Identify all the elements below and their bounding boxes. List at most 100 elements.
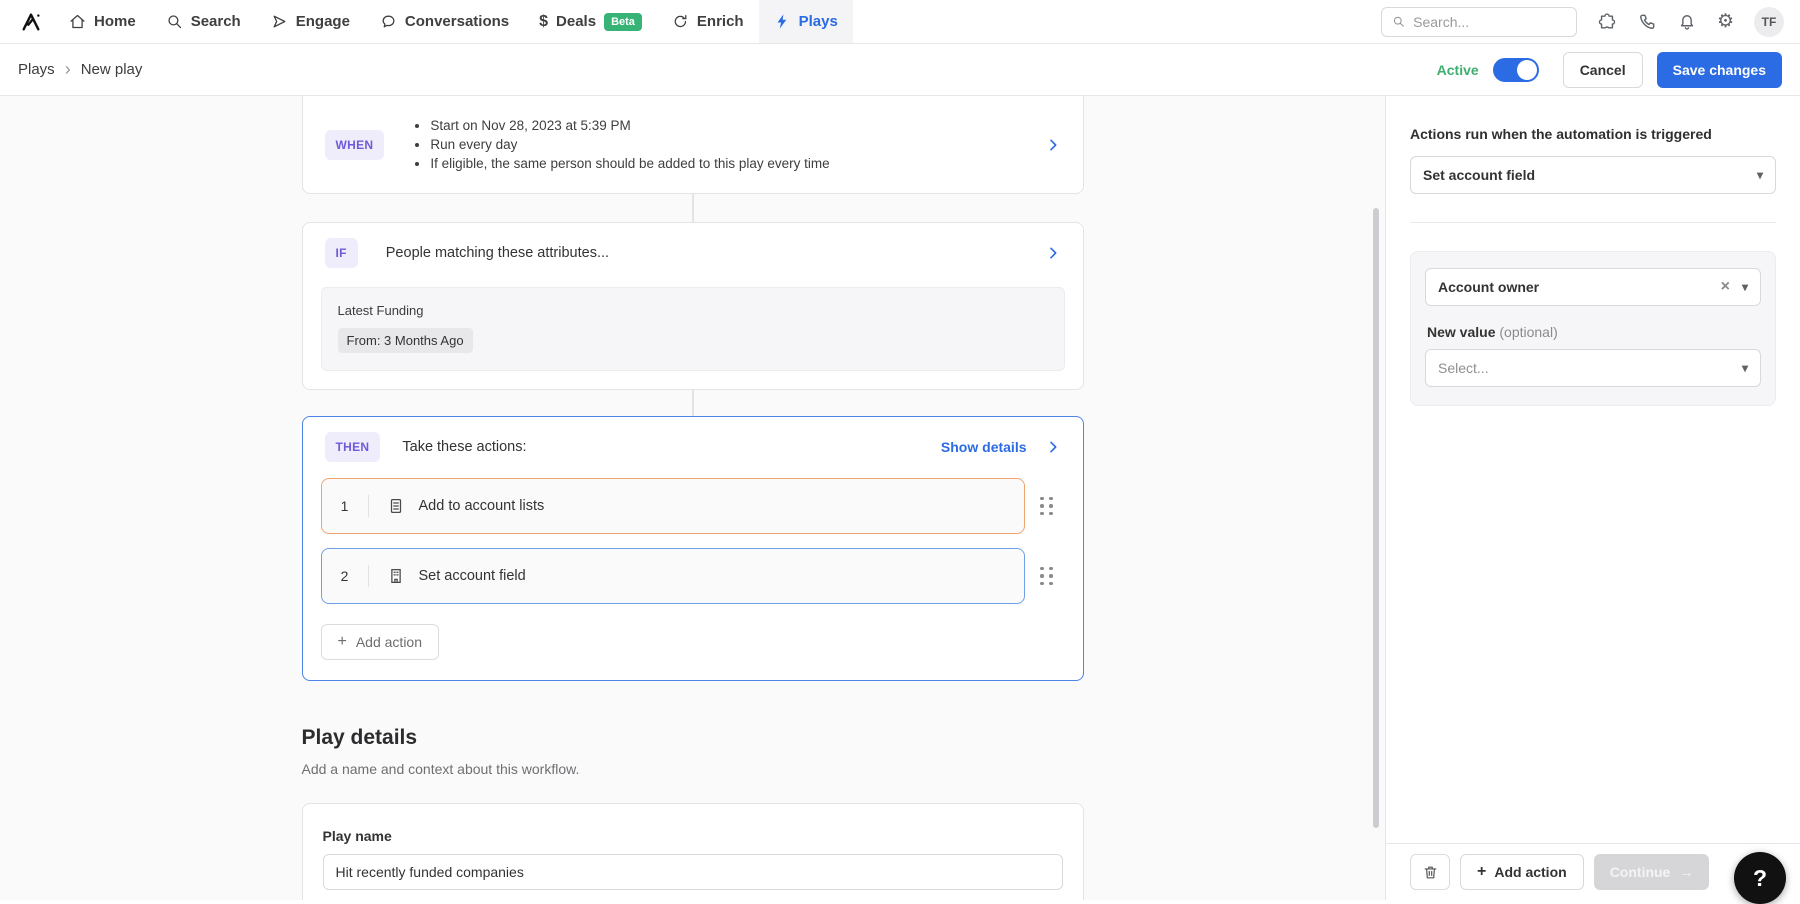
divider xyxy=(1410,222,1776,223)
if-header[interactable]: IF People matching these attributes... xyxy=(303,223,1083,283)
global-search[interactable] xyxy=(1381,7,1577,37)
status-badge: Active xyxy=(1437,62,1479,78)
extension-icon[interactable] xyxy=(1597,12,1617,32)
filter-attribute-box: Latest Funding From: 3 Months Ago xyxy=(321,287,1065,371)
phone-icon[interactable] xyxy=(1637,12,1657,32)
when-bullet: Start on Nov 28, 2023 at 5:39 PM xyxy=(430,116,829,135)
show-details-link[interactable]: Show details xyxy=(941,439,1027,455)
attribute-value-chip: From: 3 Months Ago xyxy=(338,328,473,353)
gear-icon[interactable]: ⚙ xyxy=(1717,12,1734,32)
plays-bolt-icon xyxy=(774,13,791,30)
new-value-optional: (optional) xyxy=(1499,324,1557,340)
action-number: 2 xyxy=(322,568,368,584)
chevron-right-icon[interactable] xyxy=(1045,245,1061,261)
action-type-value: Set account field xyxy=(1423,167,1535,183)
if-badge: IF xyxy=(325,238,358,268)
chevron-right-icon[interactable] xyxy=(1045,137,1061,153)
nav-item-label: Enrich xyxy=(697,13,744,30)
nav-item-plays[interactable]: Plays xyxy=(759,0,853,43)
add-action-label: Add action xyxy=(356,634,422,650)
continue-button-disabled[interactable]: Continue → xyxy=(1594,854,1710,890)
when-bullet: Run every day xyxy=(430,135,829,154)
play-details-subheading: Add a name and context about this workfl… xyxy=(302,761,1084,777)
breadcrumb: Plays › New play xyxy=(18,61,142,78)
home-icon xyxy=(69,13,86,30)
enrich-refresh-icon xyxy=(672,13,689,30)
avatar[interactable]: TF xyxy=(1754,7,1784,37)
nav-item-label: Deals xyxy=(556,13,596,30)
top-nav-right: ⚙ TF xyxy=(1381,0,1800,43)
breadcrumb-plays[interactable]: Plays xyxy=(18,61,55,78)
delete-action-button[interactable] xyxy=(1410,854,1450,890)
action-label: Set account field xyxy=(419,568,526,584)
nav-item-engage[interactable]: Engage xyxy=(256,0,365,43)
continue-label: Continue xyxy=(1610,864,1671,880)
workflow-canvas: WHEN Start on Nov 28, 2023 at 5:39 PM Ru… xyxy=(0,96,1385,900)
play-name-input[interactable] xyxy=(323,854,1063,890)
account-field-select[interactable]: Account owner × ▾ xyxy=(1425,268,1761,306)
when-bullet: If eligible, the same person should be a… xyxy=(430,154,829,173)
conversations-icon xyxy=(380,13,397,30)
nav-item-enrich[interactable]: Enrich xyxy=(657,0,759,43)
nav-item-label: Engage xyxy=(296,13,350,30)
apollo-logo[interactable] xyxy=(8,0,54,43)
apollo-logo-icon xyxy=(20,11,42,33)
when-bullet-list: Start on Nov 28, 2023 at 5:39 PM Run eve… xyxy=(412,116,829,173)
play-details-card: Play name Add more details xyxy=(302,803,1084,900)
nav-item-search[interactable]: Search xyxy=(151,0,256,43)
add-action-button[interactable]: + Add action xyxy=(321,624,440,660)
then-card: THEN Take these actions: Show details 1 xyxy=(302,416,1084,681)
if-title: People matching these attributes... xyxy=(386,245,609,261)
search-input[interactable] xyxy=(1413,14,1566,30)
caret-down-icon: ▾ xyxy=(1742,280,1748,294)
vertical-scrollbar[interactable] xyxy=(1373,208,1379,828)
play-name-label: Play name xyxy=(323,828,1063,844)
action-number: 1 xyxy=(322,498,368,514)
cancel-button[interactable]: Cancel xyxy=(1563,52,1643,88)
nav-item-label: Search xyxy=(191,13,241,30)
main-area: WHEN Start on Nov 28, 2023 at 5:39 PM Ru… xyxy=(0,96,1800,900)
divider xyxy=(368,495,369,517)
then-header: THEN Take these actions: Show details xyxy=(321,432,1065,462)
plus-icon: + xyxy=(1477,864,1486,880)
action-card-set-account-field[interactable]: 2 Set account field xyxy=(321,548,1025,604)
when-card[interactable]: WHEN Start on Nov 28, 2023 at 5:39 PM Ru… xyxy=(302,96,1084,194)
account-field-value: Account owner xyxy=(1438,279,1539,295)
panel-body: Actions run when the automation is trigg… xyxy=(1386,96,1800,843)
caret-down-icon: ▾ xyxy=(1742,361,1748,375)
caret-down-icon: ▾ xyxy=(1757,168,1763,182)
drag-handle-icon[interactable] xyxy=(1029,497,1065,516)
action-config-panel: Actions run when the automation is trigg… xyxy=(1385,96,1800,900)
action-row-2: 2 Set account field xyxy=(321,548,1065,604)
active-toggle[interactable] xyxy=(1493,58,1539,82)
drag-handle-icon[interactable] xyxy=(1029,567,1065,586)
field-config-card: Account owner × ▾ New value (optional) S… xyxy=(1410,251,1776,406)
nav-item-home[interactable]: Home xyxy=(54,0,151,43)
close-icon[interactable]: × xyxy=(1721,278,1730,296)
panel-add-action-button[interactable]: + Add action xyxy=(1460,854,1584,890)
document-list-icon xyxy=(387,497,405,515)
building-icon xyxy=(387,567,405,585)
new-value-label: New value xyxy=(1427,324,1495,340)
action-type-select[interactable]: Set account field ▾ xyxy=(1410,156,1776,194)
top-nav: Home Search Engage Conversations $ Deals… xyxy=(0,0,1800,44)
nav-item-deals[interactable]: $ Deals Beta xyxy=(524,0,657,43)
search-icon xyxy=(166,13,183,30)
header-actions: Active Cancel Save changes xyxy=(1437,52,1782,88)
plus-icon: + xyxy=(338,634,347,650)
new-value-label-row: New value (optional) xyxy=(1427,324,1759,340)
divider xyxy=(368,565,369,587)
when-badge: WHEN xyxy=(325,130,385,160)
save-changes-button[interactable]: Save changes xyxy=(1657,52,1782,88)
panel-title: Actions run when the automation is trigg… xyxy=(1410,126,1776,142)
page-header: Plays › New play Active Cancel Save chan… xyxy=(0,44,1800,96)
nav-item-conversations[interactable]: Conversations xyxy=(365,0,524,43)
new-value-select[interactable]: Select... ▾ xyxy=(1425,349,1761,387)
help-button[interactable]: ? xyxy=(1734,852,1786,904)
then-title: Take these actions: xyxy=(402,439,526,455)
bell-icon[interactable] xyxy=(1677,12,1697,32)
play-details-heading: Play details xyxy=(302,726,1084,750)
nav-item-label: Home xyxy=(94,13,136,30)
chevron-right-icon[interactable] xyxy=(1045,439,1061,455)
action-card-add-to-account-lists[interactable]: 1 Add to account lists xyxy=(321,478,1025,534)
